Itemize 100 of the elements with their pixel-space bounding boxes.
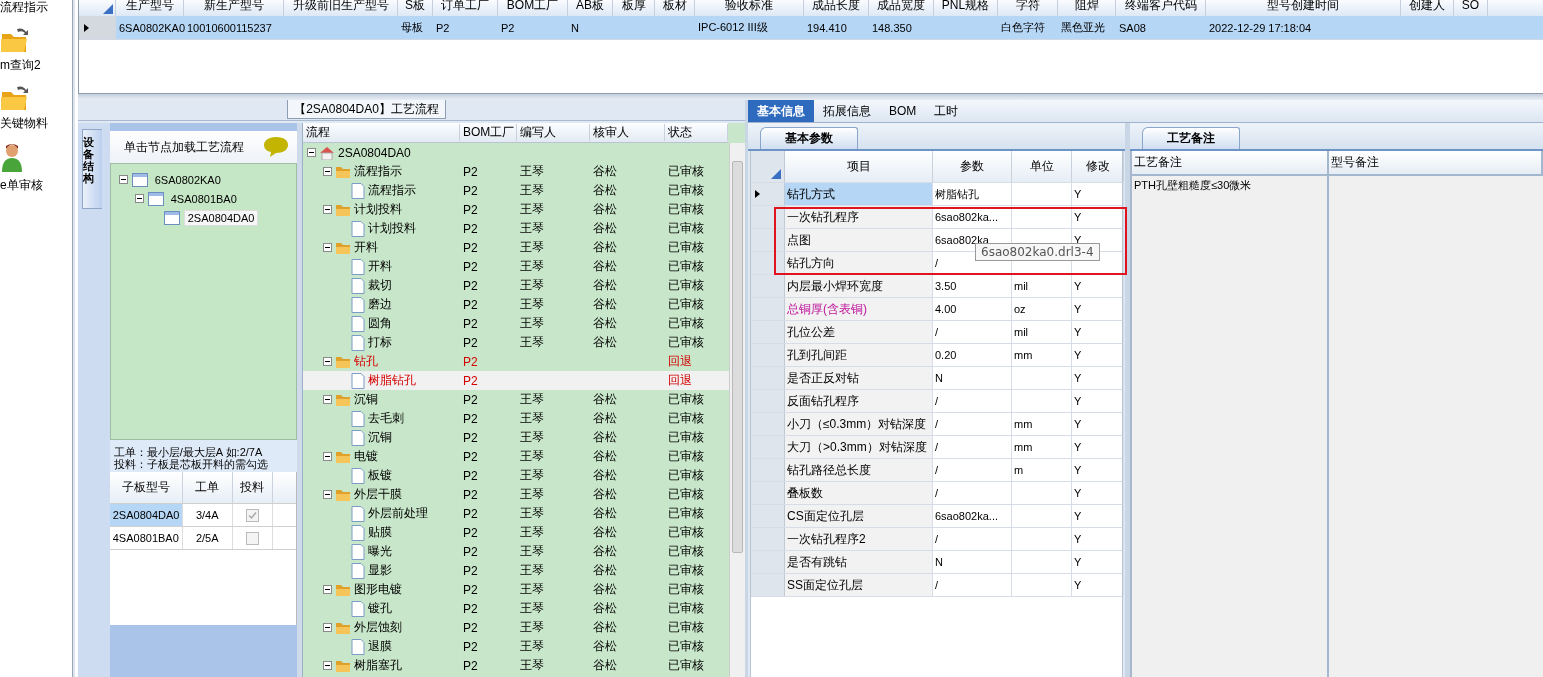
collapse-icon[interactable] xyxy=(323,357,332,366)
nav-label[interactable]: e单审核 xyxy=(0,178,43,192)
folder-icon[interactable] xyxy=(0,84,30,112)
tree-row[interactable]: 沉铜 P2 王琴 谷松 已审核 xyxy=(303,390,729,409)
tree-row[interactable]: 流程指示 P2 王琴 谷松 已审核 xyxy=(303,181,729,200)
table-cell[interactable]: 4SA0801BA0 xyxy=(109,527,183,549)
checkbox[interactable] xyxy=(245,531,259,545)
table-cell[interactable]: 总铜厚(含表铜) xyxy=(785,298,933,320)
tree-row[interactable]: 开料 P2 王琴 谷松 已审核 xyxy=(303,257,729,276)
collapse-icon[interactable] xyxy=(323,623,332,632)
side-tab[interactable]: 设备结构 xyxy=(82,129,102,209)
table-cell[interactable]: 钻孔方式 xyxy=(785,183,933,205)
tree-row[interactable]: 开料 P2 王琴 谷松 已审核 xyxy=(303,238,729,257)
column-header[interactable]: 项目 xyxy=(785,151,933,182)
tree-row[interactable]: 退膜 P2 王琴 谷松 已审核 xyxy=(303,637,729,656)
tree-row[interactable]: 树脂钻孔 P2 回退 xyxy=(303,371,729,390)
tree-row[interactable]: 沉铜 P2 王琴 谷松 已审核 xyxy=(303,428,729,447)
table-cell[interactable]: 反面钻孔程序 xyxy=(785,390,933,412)
collapse-icon[interactable] xyxy=(323,167,332,176)
table-cell[interactable]: 孔位公差 xyxy=(785,321,933,343)
table-cell[interactable]: 2SA0804DA0 xyxy=(109,504,183,526)
tree-row[interactable]: 计划投料 P2 王琴 谷松 已审核 xyxy=(303,219,729,238)
collapse-icon[interactable] xyxy=(323,661,332,670)
nav-label[interactable]: 流程指示 xyxy=(0,0,48,14)
tree-row[interactable]: 电镀 P2 王琴 谷松 已审核 xyxy=(303,447,729,466)
tree-row[interactable]: 2SA0804DA0 xyxy=(303,143,729,162)
tree-node[interactable]: 6SA0802KA0 xyxy=(151,172,224,187)
tree-row[interactable]: 外层前处理 P2 王琴 谷松 已审核 xyxy=(303,504,729,523)
table-cell[interactable]: 大刀（>0.3mm）对钻深度 xyxy=(785,436,933,458)
column-header[interactable]: 参数 xyxy=(933,151,1012,182)
table-cell[interactable]: 钻孔方向 xyxy=(785,252,933,274)
step-name: 外层前处理 xyxy=(368,505,428,522)
checkbox[interactable] xyxy=(245,508,259,522)
tree-row[interactable]: 板镀 P2 王琴 谷松 已审核 xyxy=(303,466,729,485)
tab[interactable]: 基本参数 xyxy=(760,127,858,149)
collapse-icon[interactable] xyxy=(323,490,332,499)
table-cell[interactable]: CS面定位孔层 xyxy=(785,505,933,527)
table-cell[interactable]: SS面定位孔层 xyxy=(785,574,933,596)
tree-node[interactable]: 4SA0801BA0 xyxy=(167,191,240,206)
tree-row[interactable]: 磨边 P2 王琴 谷松 已审核 xyxy=(303,295,729,314)
table-cell: P2 xyxy=(463,658,478,673)
row-header[interactable] xyxy=(751,183,785,205)
folder-icon[interactable] xyxy=(0,26,30,54)
person-icon[interactable] xyxy=(0,142,24,174)
tree-row[interactable]: 打标 P2 王琴 谷松 已审核 xyxy=(303,333,729,352)
tree-row[interactable]: 裁切 P2 王琴 谷松 已审核 xyxy=(303,276,729,295)
tree-node[interactable]: 2SA0804DA0 xyxy=(183,209,259,226)
tree-row[interactable]: 流程指示 P2 王琴 谷松 已审核 xyxy=(303,162,729,181)
table-row[interactable]: 6SA0802KA0 10010600115237 母板 P2 P2 N IPC-6012 III级 194.410 148.350 白色字符 黑色亚光 SA08 2022-12-29 17:18:04 xyxy=(79,16,1543,40)
column-header[interactable]: 编写人 xyxy=(517,124,590,141)
column-header[interactable]: 投料 xyxy=(232,472,273,503)
collapse-icon[interactable] xyxy=(323,243,332,252)
column-header[interactable]: 工单 xyxy=(182,472,233,503)
column-header[interactable]: 状态 xyxy=(665,124,728,141)
nav-label[interactable]: 关键物料 xyxy=(0,116,48,130)
column-header[interactable]: 核审人 xyxy=(590,124,665,141)
column-header[interactable]: 流程 xyxy=(303,124,460,141)
tree-row[interactable]: 圆角 P2 王琴 谷松 已审核 xyxy=(303,314,729,333)
table-cell[interactable]: 小刀（≤0.3mm）对钻深度 xyxy=(785,413,933,435)
tab[interactable]: 拓展信息 xyxy=(814,100,880,122)
tree-row[interactable]: 树脂塞孔 P2 王琴 谷松 已审核 xyxy=(303,656,729,675)
column-header[interactable]: 工艺备注 xyxy=(1132,151,1329,174)
tree-row[interactable]: 计划投料 P2 王琴 谷松 已审核 xyxy=(303,200,729,219)
tree-row[interactable]: 贴膜 P2 王琴 谷松 已审核 xyxy=(303,523,729,542)
tree-row[interactable]: 钻孔 P2 回退 xyxy=(303,352,729,371)
tree-row[interactable]: 外层蚀刻 P2 王琴 谷松 已审核 xyxy=(303,618,729,637)
column-header[interactable]: 单位 xyxy=(1012,151,1072,182)
tree-row[interactable]: 曝光 P2 王琴 谷松 已审核 xyxy=(303,542,729,561)
collapse-icon[interactable] xyxy=(134,194,144,203)
tab[interactable]: BOM xyxy=(880,100,926,122)
table-cell[interactable]: 是否有跳钻 xyxy=(785,551,933,573)
tree-row[interactable]: 镀孔 P2 王琴 谷松 已审核 xyxy=(303,599,729,618)
tree-row[interactable]: 去毛刺 P2 王琴 谷松 已审核 xyxy=(303,409,729,428)
table-cell[interactable]: 钻孔路径总长度 xyxy=(785,459,933,481)
nav-label[interactable]: m查询2 xyxy=(0,58,41,72)
tab[interactable]: 工时 xyxy=(925,100,968,122)
column-header[interactable]: 子板型号 xyxy=(109,472,183,503)
collapse-icon[interactable] xyxy=(323,395,332,404)
collapse-icon[interactable] xyxy=(307,148,316,157)
tree-row[interactable]: 图形电镀 P2 王琴 谷松 已审核 xyxy=(303,580,729,599)
column-header[interactable]: BOM工厂 xyxy=(460,124,517,141)
table-cell[interactable]: 一次钻孔程序2 xyxy=(785,528,933,550)
table-cell[interactable]: 叠板数 xyxy=(785,482,933,504)
tree-row[interactable]: 外层干膜 P2 王琴 谷松 已审核 xyxy=(303,485,729,504)
table-cell[interactable]: 点图 xyxy=(785,229,933,251)
table-cell[interactable]: 一次钻孔程序 xyxy=(785,206,933,228)
tree-row[interactable]: 显影 P2 王琴 谷松 已审核 xyxy=(303,561,729,580)
collapse-icon[interactable] xyxy=(323,205,332,214)
table-cell[interactable]: 是否正反对钻 xyxy=(785,367,933,389)
tab[interactable]: 工艺备注 xyxy=(1142,127,1240,149)
collapse-icon[interactable] xyxy=(323,452,332,461)
step-name: 外层干膜 xyxy=(354,486,402,503)
table-cell[interactable]: 孔到孔间距 xyxy=(785,344,933,366)
collapse-icon[interactable] xyxy=(118,175,128,184)
column-header[interactable]: 型号备注 xyxy=(1329,151,1543,174)
tab[interactable]: 基本信息 xyxy=(748,100,814,122)
table-cell[interactable]: 内层最小焊环宽度 xyxy=(785,275,933,297)
scrollbar[interactable] xyxy=(729,143,745,677)
collapse-icon[interactable] xyxy=(323,585,332,594)
column-header[interactable]: 修改 xyxy=(1072,151,1124,182)
